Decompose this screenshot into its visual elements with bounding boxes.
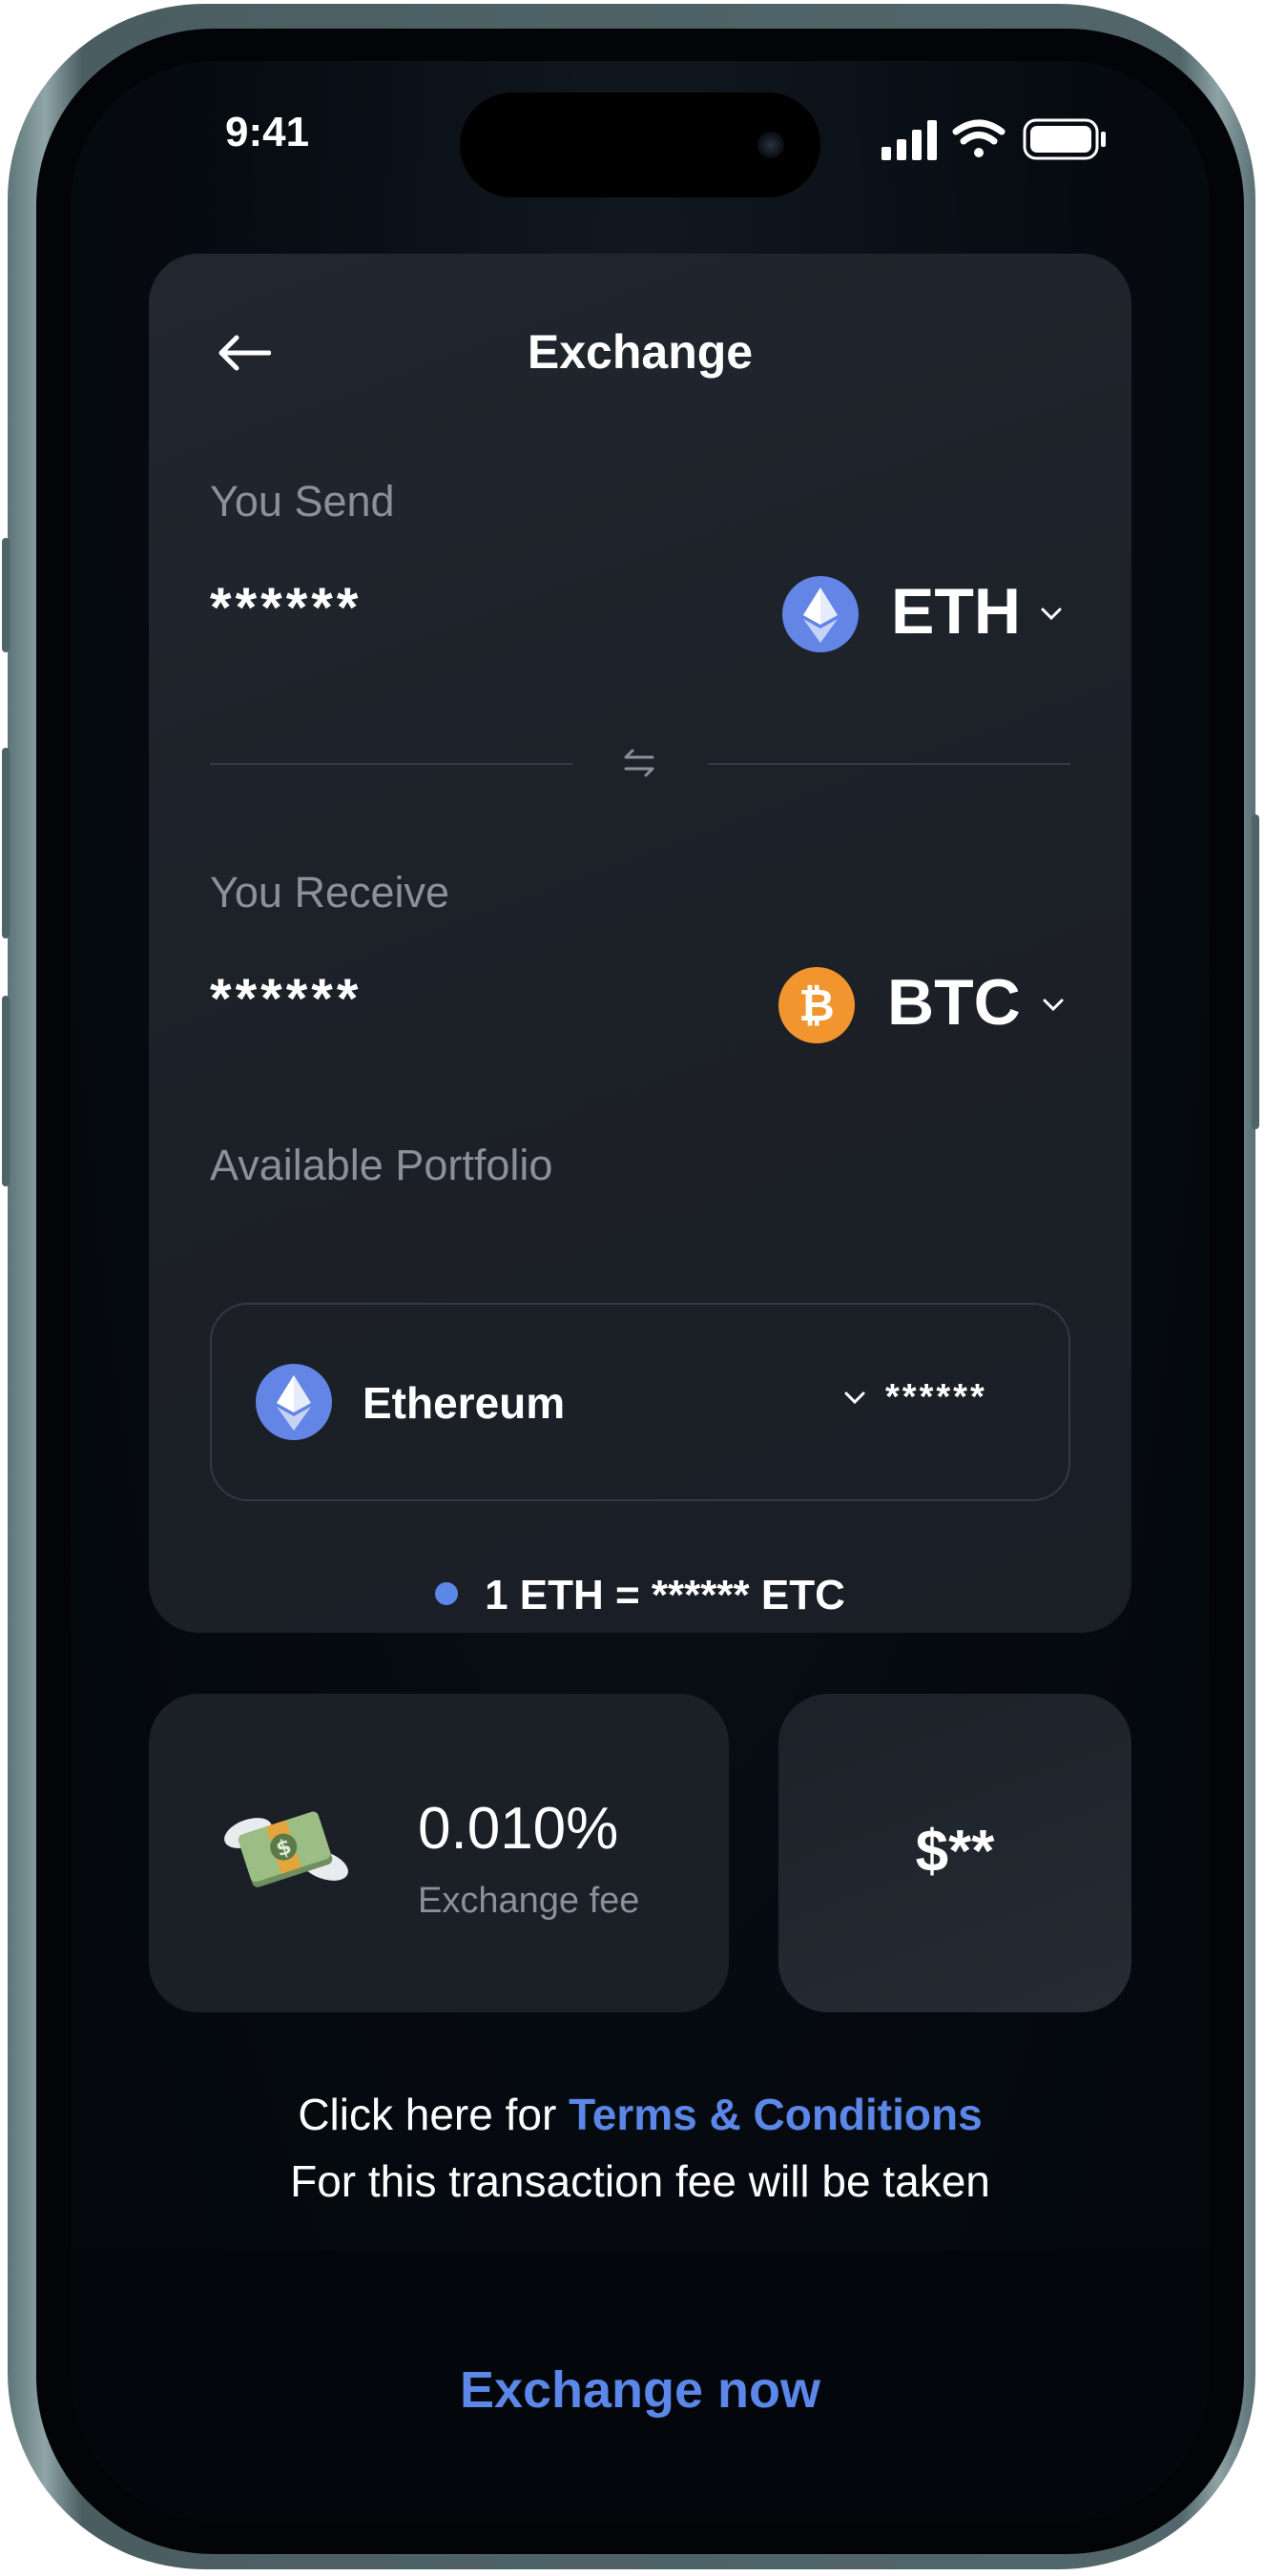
fee-label: Exchange fee	[418, 1881, 640, 1921]
dynamic-island	[460, 93, 820, 197]
swap-arrows-icon[interactable]	[620, 744, 658, 787]
divider-right	[708, 763, 1070, 765]
bitcoin-icon: ₿	[778, 967, 855, 1043]
exchange-card: Exchange You Send ****** ETH You Receive…	[149, 254, 1131, 1633]
screen: 9:41 Exchange You Send ****** ETH You Re…	[71, 61, 1210, 2522]
svg-text:₿: ₿	[798, 979, 835, 1031]
receive-currency-code: BTC	[887, 966, 1021, 1039]
volume-down-button	[2, 996, 10, 1186]
divider-left	[210, 763, 572, 765]
portfolio-balance: ******	[885, 1377, 987, 1417]
wifi-icon	[952, 119, 1006, 157]
terms-line: Click here for Terms & Conditions	[71, 2081, 1210, 2148]
camera-icon	[757, 132, 784, 158]
page-title: Exchange	[527, 325, 754, 379]
volume-up-button	[2, 748, 10, 938]
status-time: 9:41	[225, 109, 310, 155]
money-with-wings-icon: $	[221, 1793, 351, 1916]
amount-value: $**	[915, 1819, 995, 1885]
send-currency-code: ETH	[891, 575, 1021, 648]
terms-link[interactable]: Terms & Conditions	[569, 2090, 983, 2139]
portfolio-selector[interactable]: Ethereum ******	[210, 1303, 1070, 1501]
send-label: You Send	[210, 477, 395, 526]
terms-text: Click here for Terms & Conditions For th…	[71, 2081, 1210, 2215]
terms-prefix: Click here for	[298, 2090, 570, 2139]
power-button	[1252, 814, 1259, 1129]
receive-amount[interactable]: ******	[210, 967, 362, 1031]
chevron-down-icon	[1040, 607, 1063, 627]
cellular-signal-icon	[881, 120, 937, 160]
status-icons	[881, 116, 1168, 169]
action-button	[2, 538, 10, 652]
phone-frame: 9:41 Exchange You Send ****** ETH You Re…	[2, 4, 1259, 2569]
portfolio-label: Available Portfolio	[210, 1141, 553, 1189]
rate-indicator-dot	[435, 1582, 459, 1606]
send-amount[interactable]: ******	[210, 576, 362, 640]
exchange-rate-text: 1 ETH = ****** ETC	[485, 1572, 845, 1618]
fee-note: For this transaction fee will be taken	[290, 2156, 990, 2206]
exchange-rate: 1 ETH = ****** ETC	[149, 1572, 1131, 1619]
exchange-now-button[interactable]: Exchange now	[71, 2360, 1210, 2421]
portfolio-asset-name: Ethereum	[363, 1378, 566, 1428]
chevron-down-icon	[1042, 998, 1065, 1018]
amount-card: $**	[778, 1694, 1131, 2012]
receive-label: You Receive	[210, 868, 450, 917]
fee-card: $ 0.010% Exchange fee	[149, 1694, 729, 2012]
battery-icon	[1023, 118, 1106, 160]
ethereum-icon	[782, 576, 859, 652]
ethereum-icon	[256, 1364, 332, 1440]
fee-value: 0.010%	[418, 1796, 619, 1862]
chevron-down-icon	[843, 1391, 866, 1411]
